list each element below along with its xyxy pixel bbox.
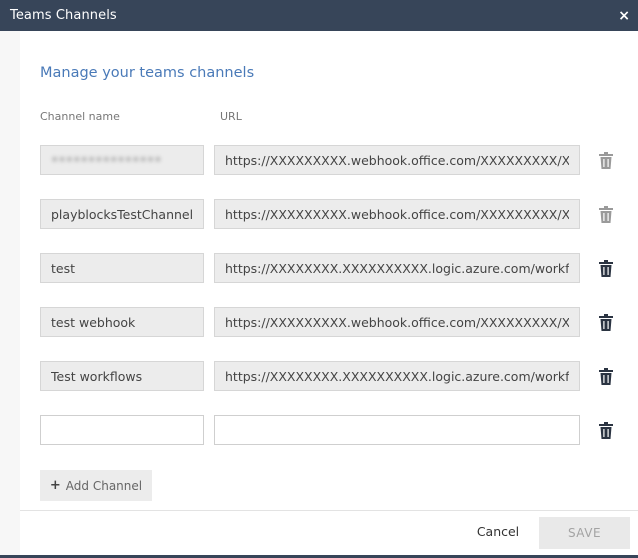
save-button[interactable]: SAVE [539, 517, 630, 549]
dialog-title: Teams Channels [10, 8, 117, 23]
new-channel-url-input[interactable] [214, 415, 580, 445]
channel-url-field[interactable] [214, 361, 580, 391]
channel-name-obscured: ••••••••••••••• [51, 152, 162, 167]
new-channel-row [40, 415, 620, 445]
dialog-content: Manage your teams channels Channel name … [20, 31, 638, 555]
plus-icon: + [49, 478, 61, 493]
channel-url-field[interactable] [214, 145, 580, 175]
column-label-channel-name: Channel name [40, 110, 120, 123]
dialog-titlebar: Teams Channels × [0, 0, 638, 31]
trash-icon[interactable] [599, 152, 613, 169]
close-icon[interactable]: × [618, 9, 630, 23]
channel-name-field[interactable] [40, 307, 204, 337]
add-channel-label: Add Channel [65, 478, 143, 493]
channel-name-field[interactable] [40, 253, 204, 283]
trash-icon[interactable] [599, 206, 613, 223]
channel-url-field[interactable] [214, 199, 580, 229]
trash-icon[interactable] [599, 368, 613, 385]
section-heading: Manage your teams channels [40, 65, 255, 81]
column-label-url: URL [220, 110, 242, 123]
footer-divider [20, 510, 638, 511]
channel-row [40, 199, 620, 229]
channel-row [40, 253, 620, 283]
channel-row [40, 307, 620, 337]
trash-icon[interactable] [599, 314, 613, 331]
channel-row [40, 361, 620, 391]
channel-name-field[interactable] [40, 199, 204, 229]
channel-url-field[interactable] [214, 253, 580, 283]
channel-url-field[interactable] [214, 307, 580, 337]
dialog-body: Manage your teams channels Channel name … [0, 31, 638, 555]
channel-row: ••••••••••••••• [40, 145, 620, 175]
cancel-button[interactable]: Cancel [458, 518, 538, 544]
channel-name-field[interactable] [40, 361, 204, 391]
trash-icon[interactable] [599, 260, 613, 277]
channel-name-field[interactable]: ••••••••••••••• [40, 145, 204, 175]
trash-icon[interactable] [599, 422, 613, 439]
new-channel-name-input[interactable] [40, 415, 204, 445]
add-channel-button[interactable]: + Add Channel [40, 470, 152, 501]
